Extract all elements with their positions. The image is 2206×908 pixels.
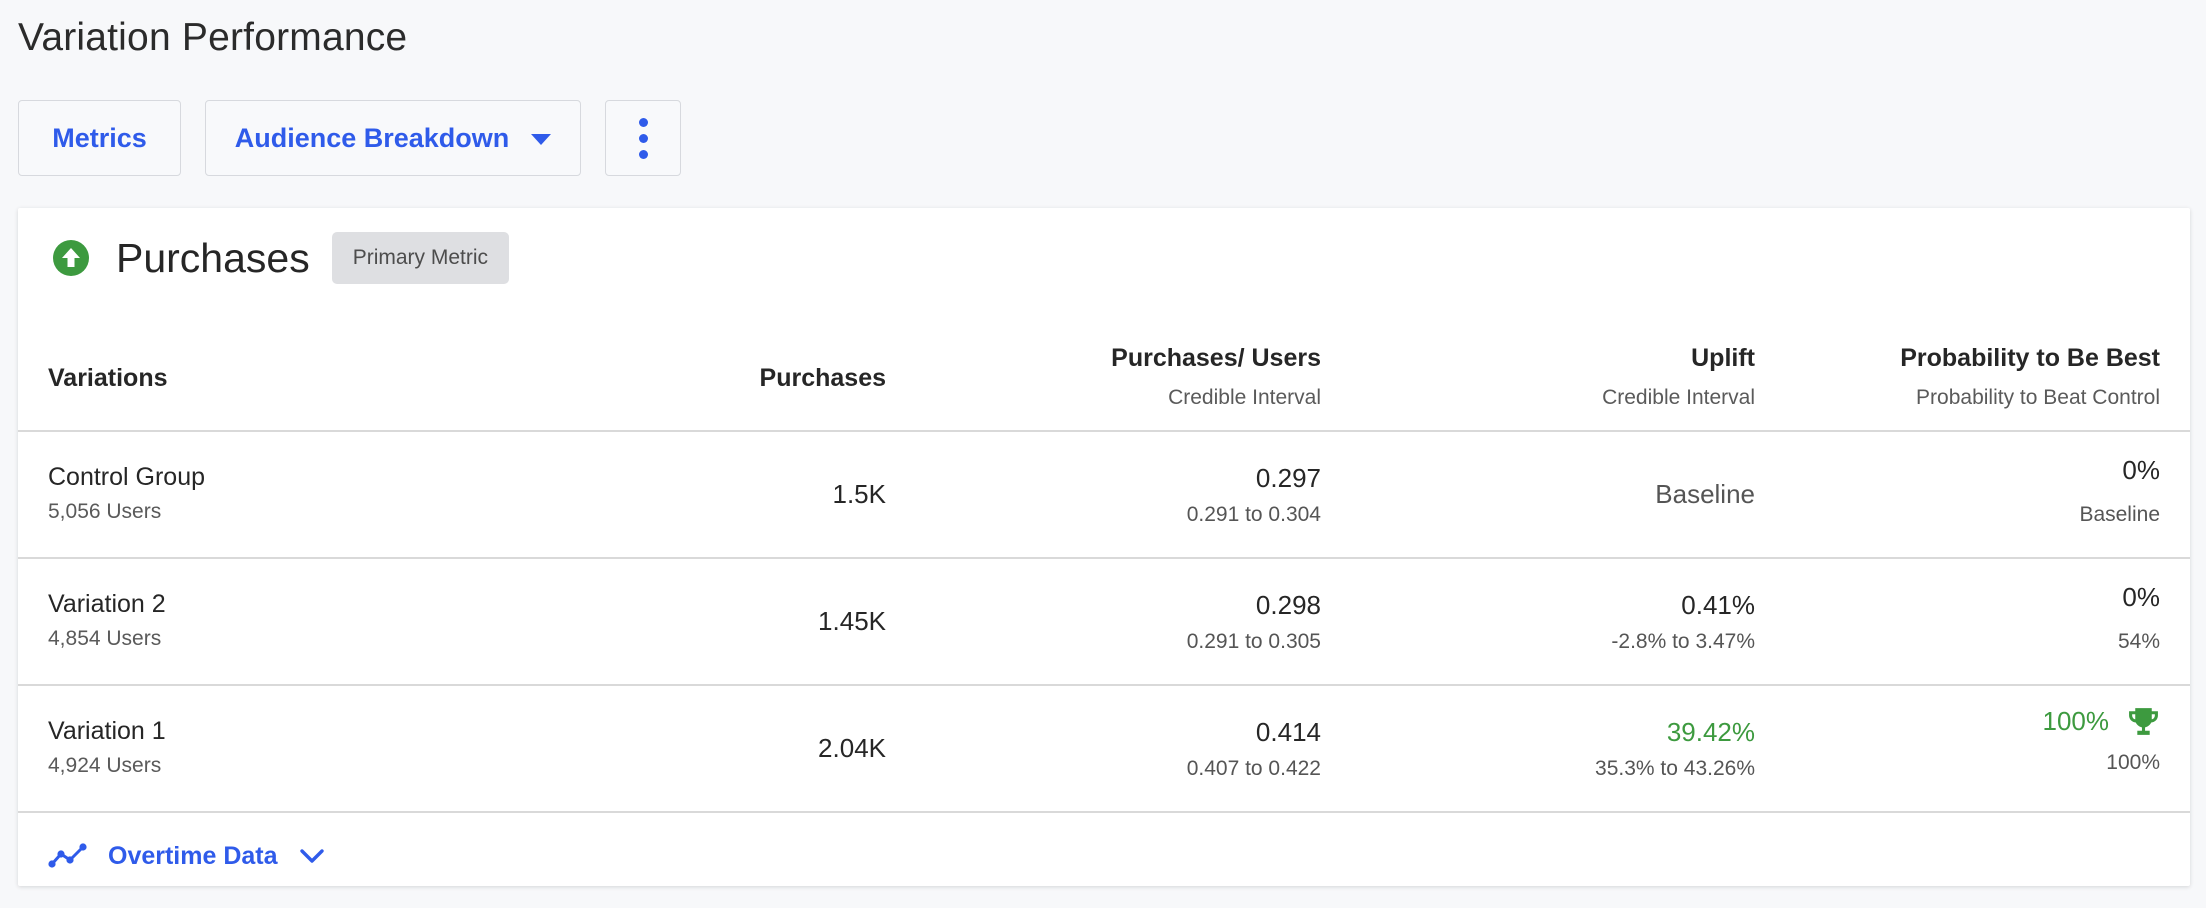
metric-name: Purchases [116, 234, 310, 281]
trend-line-icon [48, 843, 87, 868]
header-uplift-credible-interval: Credible Interval [1602, 386, 1755, 409]
rate-interval: 0.291 to 0.304 [1186, 503, 1321, 526]
purchases-value: 2.04K [818, 733, 886, 763]
probability-best-value: 100% [2042, 706, 2110, 736]
variation-users: 4,924 Users [48, 754, 162, 777]
overtime-data-label: Overtime Data [108, 841, 278, 870]
header-uplift: Uplift [1691, 344, 1755, 372]
trophy-icon [2129, 708, 2158, 735]
table-header: Variations Purchases Purchases/ Users Cr… [18, 326, 2190, 430]
uplift-interval: 35.3% to 43.26% [1595, 757, 1755, 780]
metrics-button[interactable]: Metrics [18, 100, 181, 176]
divider [18, 811, 2190, 813]
variation-users: 4,854 Users [48, 627, 162, 650]
metrics-button-label: Metrics [52, 122, 147, 153]
audience-breakdown-label: Audience Breakdown [234, 122, 510, 153]
variation-users: 5,056 Users [48, 500, 162, 523]
metric-header: Purchases Primary Metric [53, 232, 510, 284]
uplift-interval: -2.8% to 3.47% [1611, 630, 1755, 653]
table-row: Variation 1 4,924 Users 2.04K 0.414 0.40… [18, 685, 2190, 811]
header-probability-beat-control: Probability to Beat Control [1916, 386, 2160, 409]
audience-breakdown-dropdown[interactable]: Audience Breakdown [205, 100, 581, 176]
metric-card: Purchases Primary Metric Variations Purc… [18, 208, 2190, 886]
probability-best-value: 0% [2122, 455, 2160, 485]
page: Variation Performance Metrics Audience B… [0, 0, 2206, 908]
header-rate-credible-interval: Credible Interval [1168, 386, 1321, 409]
rate-value: 0.298 [1255, 590, 1321, 620]
caret-down-icon [531, 134, 552, 145]
rate-value: 0.414 [1255, 717, 1321, 747]
header-purchases-per-user: Purchases/ Users [1111, 344, 1321, 372]
arrow-up-circle-icon [53, 240, 89, 276]
probability-beat-value: Baseline [2079, 503, 2160, 526]
primary-metric-badge: Primary Metric [331, 232, 510, 284]
uplift-value: 39.42% [1666, 717, 1755, 747]
purchases-value: 1.45K [818, 606, 886, 636]
toolbar: Metrics Audience Breakdown [18, 100, 681, 176]
variation-name: Variation 2 [48, 590, 166, 618]
table-row: Control Group 5,056 Users 1.5K 0.297 0.2… [18, 431, 2190, 557]
probability-beat-value: 54% [2117, 630, 2160, 653]
page-title: Variation Performance [18, 16, 408, 59]
rate-value: 0.297 [1255, 463, 1321, 493]
overtime-data-toggle[interactable]: Overtime Data [48, 828, 326, 884]
rate-interval: 0.291 to 0.305 [1186, 630, 1321, 653]
header-probability-best: Probability to Be Best [1900, 344, 2160, 372]
variation-name: Control Group [48, 463, 206, 491]
uplift-value: Baseline [1655, 479, 1755, 509]
table-row: Variation 2 4,854 Users 1.45K 0.298 0.29… [18, 558, 2190, 684]
uplift-value: 0.41% [1681, 590, 1755, 620]
probability-best-value: 0% [2122, 582, 2160, 612]
variation-name: Variation 1 [48, 717, 166, 745]
chevron-down-icon [299, 849, 324, 863]
probability-beat-value: 100% [2106, 751, 2160, 774]
more-options-button[interactable] [605, 100, 681, 176]
purchases-value: 1.5K [832, 479, 887, 509]
rate-interval: 0.407 to 0.422 [1186, 757, 1321, 780]
header-variations: Variations [48, 364, 168, 392]
header-purchases: Purchases [759, 364, 886, 392]
more-vertical-icon [638, 117, 648, 159]
